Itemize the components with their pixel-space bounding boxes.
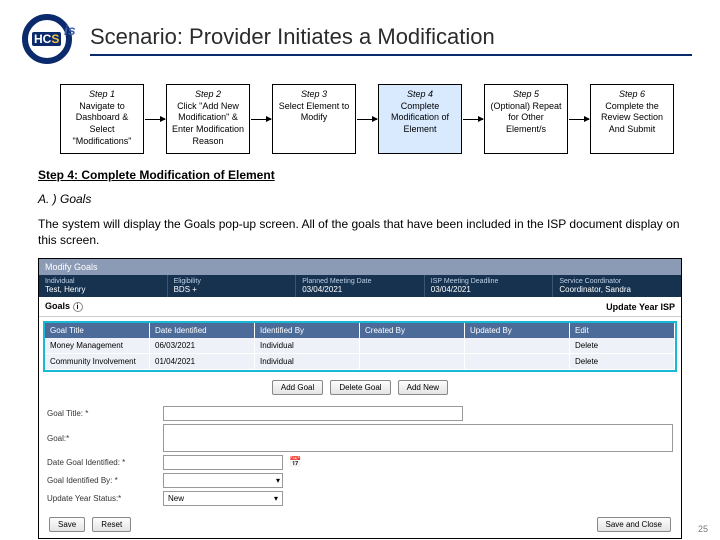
save-button[interactable]: Save xyxy=(49,517,85,532)
info-individual: IndividualTest, Henry xyxy=(39,275,168,297)
info-eligibility: EligibilityBDS + xyxy=(168,275,297,297)
goal-form: Goal Title: * Goal:* Date Goal Identifie… xyxy=(39,399,681,513)
cell: 06/03/2021 xyxy=(150,338,255,353)
chevron-down-icon: ▾ xyxy=(276,476,280,485)
delete-link[interactable]: Delete xyxy=(570,338,675,353)
step-desc: (Optional) Repeat for Other Element/s xyxy=(487,101,565,136)
cell: Individual xyxy=(255,354,360,369)
grid-row[interactable]: Money Management 06/03/2021 Individual D… xyxy=(45,338,675,354)
step-desc: Click "Add New Modification" & Enter Mod… xyxy=(169,101,247,148)
info-meeting-date: Planned Meeting Date03/04/2021 xyxy=(296,275,425,297)
logo-text: HCS xyxy=(32,32,61,46)
step-title: Step 1 xyxy=(89,89,115,101)
calendar-icon[interactable]: 📅 xyxy=(289,457,301,468)
col-edit: Edit xyxy=(570,323,675,338)
grid-header: Goal Title Date Identified Identified By… xyxy=(45,323,675,338)
col-date-identified: Date Identified xyxy=(150,323,255,338)
arrow-icon xyxy=(357,119,377,120)
hcsis-logo: HCS is xyxy=(18,10,90,70)
cell: Community Involvement xyxy=(45,354,150,369)
arrow-icon xyxy=(569,119,589,120)
process-flow: Step 1 Navigate to Dashboard & Select "M… xyxy=(0,70,720,162)
section-body: The system will display the Goals pop-up… xyxy=(0,210,720,258)
goal-label: Goal:* xyxy=(47,434,157,443)
step-title: Step 6 xyxy=(619,89,645,101)
status-value: New xyxy=(168,494,184,503)
update-year-button[interactable]: Update Year ISP xyxy=(606,302,675,312)
goal-title-input[interactable] xyxy=(163,406,463,421)
add-new-button[interactable]: Add New xyxy=(398,380,448,395)
cell: Individual xyxy=(255,338,360,353)
flow-step-2: Step 2 Click "Add New Modification" & En… xyxy=(166,84,250,154)
arrow-icon xyxy=(145,119,165,120)
logo-is: is xyxy=(64,22,76,38)
info-strip: IndividualTest, Henry EligibilityBDS + P… xyxy=(39,275,681,297)
cell: 01/04/2021 xyxy=(150,354,255,369)
save-and-close-button[interactable]: Save and Close xyxy=(597,517,671,532)
step-desc: Navigate to Dashboard & Select "Modifica… xyxy=(63,101,141,148)
arrow-icon xyxy=(463,119,483,120)
cell xyxy=(465,354,570,369)
cell xyxy=(465,338,570,353)
title-underline xyxy=(90,54,692,56)
page-number: 25 xyxy=(698,524,708,534)
step-title: Step 4 xyxy=(407,89,433,101)
step-title: Step 5 xyxy=(513,89,539,101)
step-title: Step 3 xyxy=(301,89,327,101)
identified-by-label: Goal Identified By: * xyxy=(47,476,157,485)
popup-title-bar: Modify Goals xyxy=(39,259,681,275)
step-desc: Complete the Review Section And Submit xyxy=(593,101,671,136)
status-label: Update Year Status:* xyxy=(47,494,157,503)
col-created-by: Created By xyxy=(360,323,465,338)
flow-step-4: Step 4 Complete Modification of Element xyxy=(378,84,462,154)
info-icon[interactable]: i xyxy=(73,302,83,312)
flow-step-3: Step 3 Select Element to Modify xyxy=(272,84,356,154)
flow-step-5: Step 5 (Optional) Repeat for Other Eleme… xyxy=(484,84,568,154)
status-select[interactable]: New ▾ xyxy=(163,491,283,506)
step-desc: Complete Modification of Element xyxy=(381,101,459,136)
cell xyxy=(360,338,465,353)
goals-grid-highlight: Goal Title Date Identified Identified By… xyxy=(43,321,677,372)
step-title: Step 2 xyxy=(195,89,221,101)
flow-step-1: Step 1 Navigate to Dashboard & Select "M… xyxy=(60,84,144,154)
bottom-button-row: Save Reset Save and Close xyxy=(39,513,681,538)
info-coordinator: Service CoordinatorCoordinator, Sandra xyxy=(553,275,681,297)
grid-button-row: Add Goal Delete Goal Add New xyxy=(39,376,681,399)
reset-button[interactable]: Reset xyxy=(92,517,131,532)
col-identified-by: Identified By xyxy=(255,323,360,338)
info-deadline: ISP Meeting Deadline03/04/2021 xyxy=(425,275,554,297)
arrow-icon xyxy=(251,119,271,120)
goal-title-label: Goal Title: * xyxy=(47,409,157,418)
slide-header: HCS is Scenario: Provider Initiates a Mo… xyxy=(0,0,720,70)
add-goal-button[interactable]: Add Goal xyxy=(272,380,323,395)
delete-goal-button[interactable]: Delete Goal xyxy=(330,380,390,395)
goals-label: Goals i xyxy=(45,301,83,312)
col-updated-by: Updated By xyxy=(465,323,570,338)
flow-step-6: Step 6 Complete the Review Section And S… xyxy=(590,84,674,154)
section-heading: Step 4: Complete Modification of Element xyxy=(0,162,720,186)
goals-header-row: Goals i Update Year ISP xyxy=(39,297,681,317)
identified-by-select[interactable]: ▾ xyxy=(163,473,283,488)
date-identified-label: Date Goal Identified: * xyxy=(47,458,157,467)
chevron-down-icon: ▾ xyxy=(274,494,278,503)
cell xyxy=(360,354,465,369)
step-desc: Select Element to Modify xyxy=(275,101,353,124)
cell: Money Management xyxy=(45,338,150,353)
section-subheading: A. ) Goals xyxy=(0,186,720,210)
page-title: Scenario: Provider Initiates a Modificat… xyxy=(90,24,702,54)
col-goal-title: Goal Title xyxy=(45,323,150,338)
title-block: Scenario: Provider Initiates a Modificat… xyxy=(90,24,702,56)
goal-textarea[interactable] xyxy=(163,424,673,452)
delete-link[interactable]: Delete xyxy=(570,354,675,369)
goals-screenshot: Modify Goals IndividualTest, Henry Eligi… xyxy=(38,258,682,539)
grid-row[interactable]: Community Involvement 01/04/2021 Individ… xyxy=(45,354,675,370)
date-identified-input[interactable] xyxy=(163,455,283,470)
